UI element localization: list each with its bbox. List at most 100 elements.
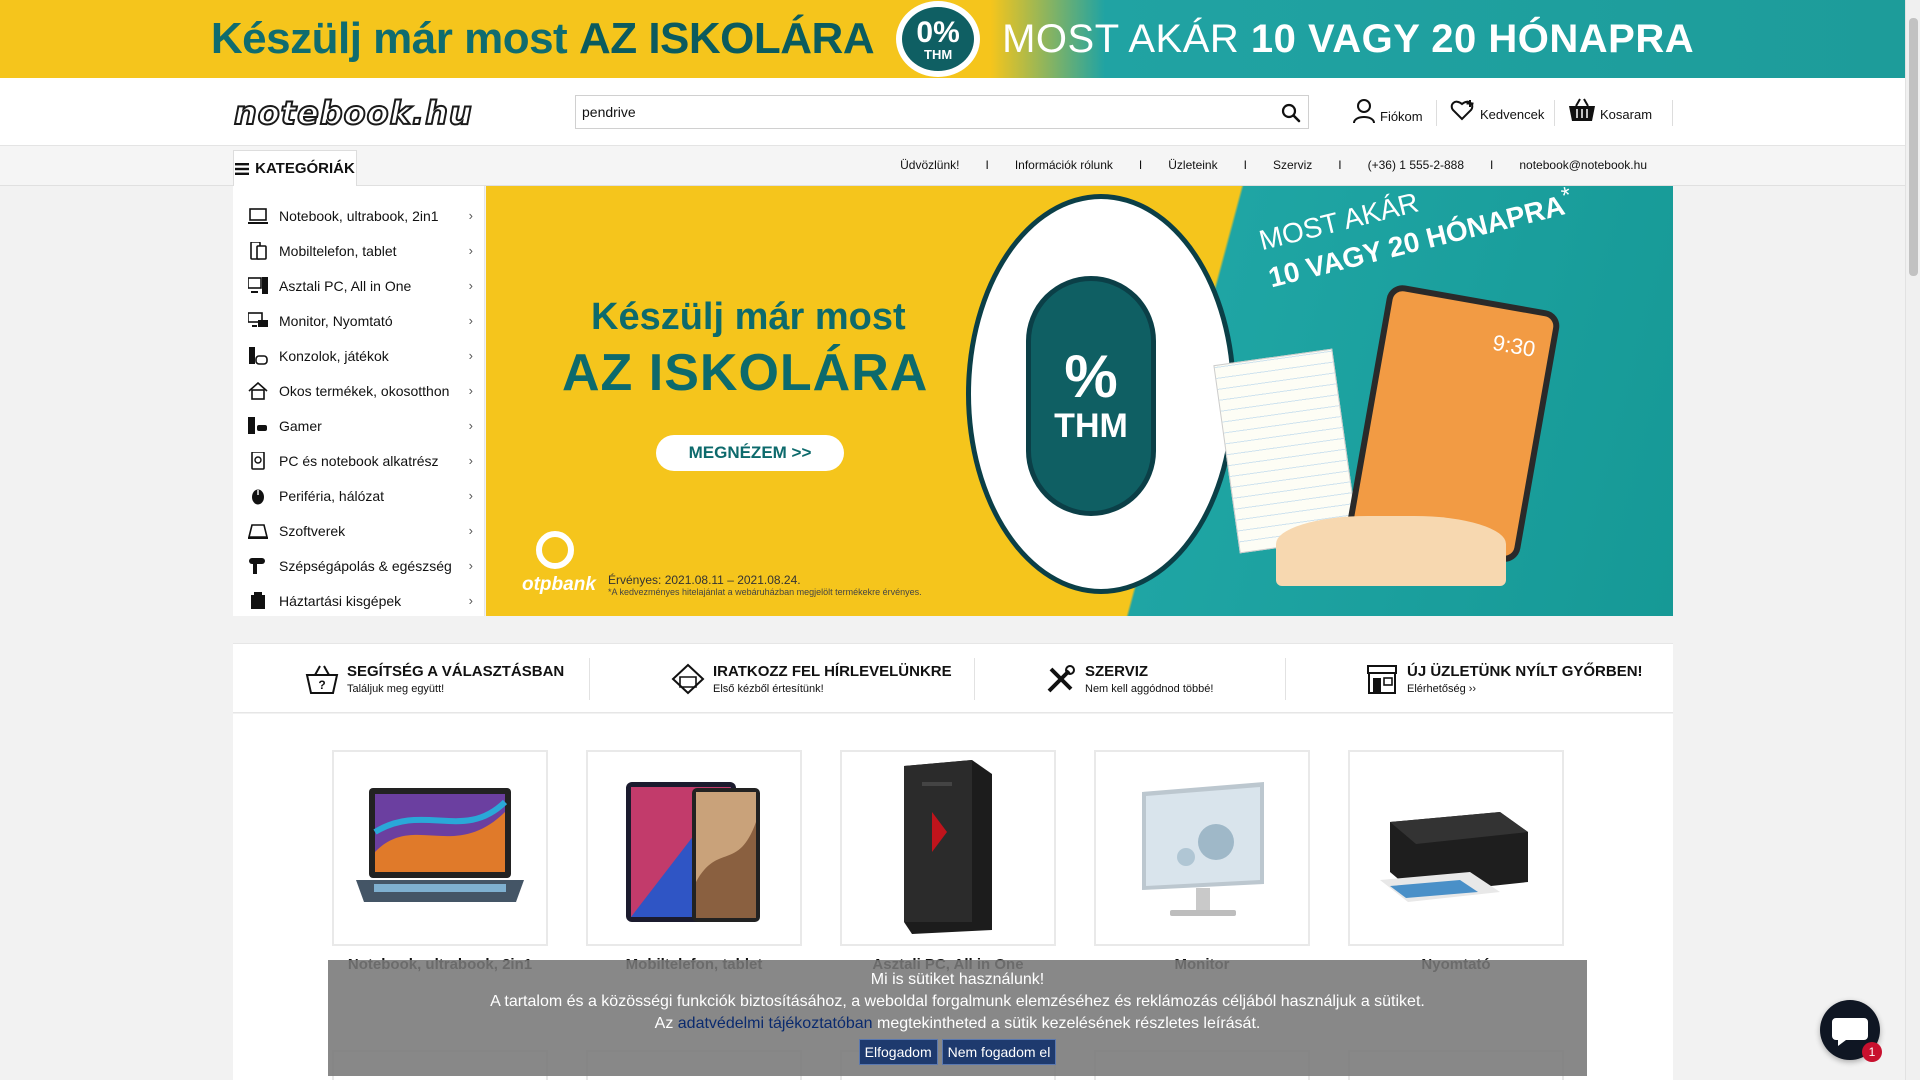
category-label: Háztartási kisgépek bbox=[279, 592, 402, 609]
info-title: IRATKOZZ FEL HÍRLEVELÜNKRE bbox=[713, 663, 952, 680]
nav-link-email[interactable]: notebook@notebook.hu bbox=[1519, 158, 1647, 172]
nav-link-phone[interactable]: (+36) 1 555-2-888 bbox=[1368, 158, 1464, 172]
search-input[interactable] bbox=[582, 100, 1262, 124]
top-banner-left-text: Készülj már most AZ ISKOLÁRA bbox=[210, 14, 875, 63]
search-icon bbox=[1281, 103, 1301, 123]
categories-button-label: KATEGÓRIÁK bbox=[255, 160, 355, 177]
category-item-appliances[interactable]: Háztartási kisgépek › bbox=[233, 583, 485, 618]
cookie-title: Mi is sütiket használunk! bbox=[870, 971, 1045, 988]
product-card-monitor[interactable] bbox=[1094, 750, 1310, 946]
tools-icon bbox=[1047, 665, 1075, 693]
store-icon bbox=[1367, 665, 1397, 694]
top-banner-zero-badge: 0% THM bbox=[896, 1, 981, 77]
site-logo[interactable]: notebook.hu bbox=[233, 93, 514, 133]
category-item-console[interactable]: Konzolok, játékok › bbox=[233, 338, 485, 373]
hero-validity: Érvényes: 2021.08.11 – 2021.08.24. bbox=[608, 573, 801, 587]
page-scrollbar[interactable] bbox=[1905, 0, 1920, 1080]
pc-tower-image bbox=[904, 760, 992, 934]
info-title: SZERVIZ bbox=[1085, 663, 1149, 680]
info-item-help[interactable]: ? SEGÍTSÉG A VÁLASZTÁSBAN Találjuk meg eg… bbox=[305, 644, 564, 714]
header-separator bbox=[1554, 100, 1555, 126]
hero-banner[interactable]: Készülj már most AZ ISKOLÁRA MEGNÉZEM >>… bbox=[486, 186, 1673, 616]
product-card-desktop[interactable] bbox=[840, 750, 1056, 946]
basket-help-icon: ? bbox=[305, 665, 339, 694]
info-item-new-store[interactable]: ÚJ ÜZLETÜNK NYÍLT GYŐRBEN! Elérhetőség ›› bbox=[1365, 644, 1643, 714]
newsletter-icon bbox=[671, 663, 705, 695]
top-nav-links: Üdvözlünk! I Információk rólunk I Üzlete… bbox=[900, 158, 1647, 172]
nav-link-welcome[interactable]: Üdvözlünk! bbox=[900, 158, 959, 172]
chevron-right-icon: › bbox=[468, 418, 473, 433]
chevron-right-icon: › bbox=[468, 383, 473, 398]
privacy-policy-link[interactable]: adatvédelmi tájékoztatóban bbox=[678, 1015, 873, 1032]
cookie-decline-button[interactable]: Nem fogadom el bbox=[941, 1039, 1057, 1065]
category-item-components[interactable]: PC és notebook alkatrész › bbox=[233, 443, 485, 478]
product-card-printer[interactable] bbox=[1348, 750, 1564, 946]
category-item-beauty[interactable]: Szépségápolás & egészség › bbox=[233, 548, 485, 583]
hero-footnote: *A kedvezményes hitelajánlat a webáruház… bbox=[608, 587, 922, 597]
category-item-mobile[interactable]: Mobiltelefon, tablet › bbox=[233, 233, 485, 268]
categories-button[interactable]: KATEGÓRIÁK bbox=[233, 150, 357, 186]
chevron-right-icon: › bbox=[468, 593, 473, 608]
info-item-newsletter[interactable]: IRATKOZZ FEL HÍRLEVELÜNKRE Első kézből ér… bbox=[671, 644, 952, 714]
category-item-desktop[interactable]: Asztali PC, All in One › bbox=[233, 268, 485, 303]
nav-separator: I bbox=[1138, 158, 1143, 172]
monitor-image bbox=[1142, 782, 1264, 916]
chevron-right-icon: › bbox=[468, 243, 473, 258]
hero-headline-strong: AZ ISKOLÁRA bbox=[562, 344, 929, 402]
category-menu: Notebook, ultrabook, 2in1 › Mobiltelefon… bbox=[233, 186, 485, 616]
printer-image bbox=[1380, 812, 1528, 902]
header-separator bbox=[1672, 100, 1673, 126]
search-button[interactable] bbox=[1280, 102, 1302, 124]
cart-link[interactable]: Kosaram bbox=[1568, 98, 1652, 122]
laptop-image bbox=[356, 788, 524, 902]
account-label: Fiókom bbox=[1380, 109, 1423, 124]
hamburger-icon bbox=[235, 162, 250, 175]
chat-notification-badge: 1 bbox=[1862, 1042, 1882, 1062]
cookie-consent-bar: Mi is sütiket használunk! A tartalom és … bbox=[328, 960, 1587, 1076]
category-item-smart-home[interactable]: Okos termékek, okosotthon › bbox=[233, 373, 485, 408]
otp-bank-logo: otpbank bbox=[522, 574, 596, 595]
category-label: Szépségápolás & egészség bbox=[279, 557, 452, 574]
category-label: Mobiltelefon, tablet bbox=[279, 242, 397, 259]
appliance-icon bbox=[251, 591, 265, 609]
gamer-icon bbox=[248, 416, 267, 434]
info-item-service[interactable]: SZERVIZ Nem kell aggódnod többé! bbox=[1043, 644, 1213, 714]
category-item-peripherals[interactable]: Periféria, hálózat › bbox=[233, 478, 485, 513]
info-subtitle: Nem kell aggódnod többé! bbox=[1085, 683, 1214, 695]
info-subtitle: Első kézből értesítünk! bbox=[713, 683, 824, 695]
category-item-monitor[interactable]: Monitor, Nyomtató › bbox=[233, 303, 485, 338]
svg-text:?: ? bbox=[318, 678, 325, 692]
cookie-privacy-line: Az adatvédelmi tájékoztatóban megtekinth… bbox=[654, 1015, 1261, 1032]
category-label: Gamer bbox=[279, 417, 322, 434]
category-item-gamer[interactable]: Gamer › bbox=[233, 408, 485, 443]
chat-widget-button[interactable]: 1 bbox=[1820, 1000, 1882, 1062]
hairdryer-icon bbox=[249, 557, 265, 574]
category-label: Notebook, ultrabook, 2in1 bbox=[279, 207, 439, 224]
nav-separator: I bbox=[1338, 158, 1342, 172]
chevron-right-icon: › bbox=[468, 488, 473, 503]
product-card-mobile[interactable] bbox=[586, 750, 802, 946]
category-item-notebook[interactable]: Notebook, ultrabook, 2in1 › bbox=[233, 198, 485, 233]
nav-link-stores[interactable]: Üzleteink bbox=[1168, 158, 1217, 172]
hero-thm-badge: % THM bbox=[1026, 276, 1156, 516]
category-label: Konzolok, játékok bbox=[279, 347, 389, 364]
product-card-notebook[interactable] bbox=[332, 750, 548, 946]
nav-link-about[interactable]: Információk rólunk bbox=[1015, 158, 1113, 172]
info-divider bbox=[1285, 658, 1286, 700]
category-item-software[interactable]: Szoftverek › bbox=[233, 513, 485, 548]
favorites-label: Kedvencek bbox=[1480, 107, 1545, 122]
cookie-accept-button[interactable]: Elfogadom bbox=[858, 1039, 938, 1065]
favorites-link[interactable]: Kedvencek bbox=[1450, 98, 1544, 122]
account-link[interactable]: Fiókom bbox=[1352, 98, 1423, 124]
top-promo-banner[interactable]: Készülj már most AZ ISKOLÁRA 0% THM MOST… bbox=[0, 0, 1905, 78]
search-box bbox=[575, 95, 1309, 129]
site-header: notebook.hu Fiókom Kedvencek bbox=[0, 78, 1905, 146]
hero-promo-text: MOST AKÁR 10 VAGY 20 HÓNAPRA* bbox=[1256, 186, 1574, 294]
info-divider bbox=[974, 658, 975, 700]
console-icon bbox=[249, 346, 268, 365]
hero-cta-button[interactable]: MEGNÉZEM >> bbox=[656, 435, 844, 471]
top-banner-right-text: MOST AKÁR 10 VAGY 20 HÓNAPRA bbox=[1002, 16, 1695, 61]
nav-link-service[interactable]: Szerviz bbox=[1273, 158, 1312, 172]
cookie-description: A tartalom és a közösségi funkciók bizto… bbox=[490, 993, 1425, 1010]
scrollbar-thumb[interactable] bbox=[1909, 18, 1918, 276]
